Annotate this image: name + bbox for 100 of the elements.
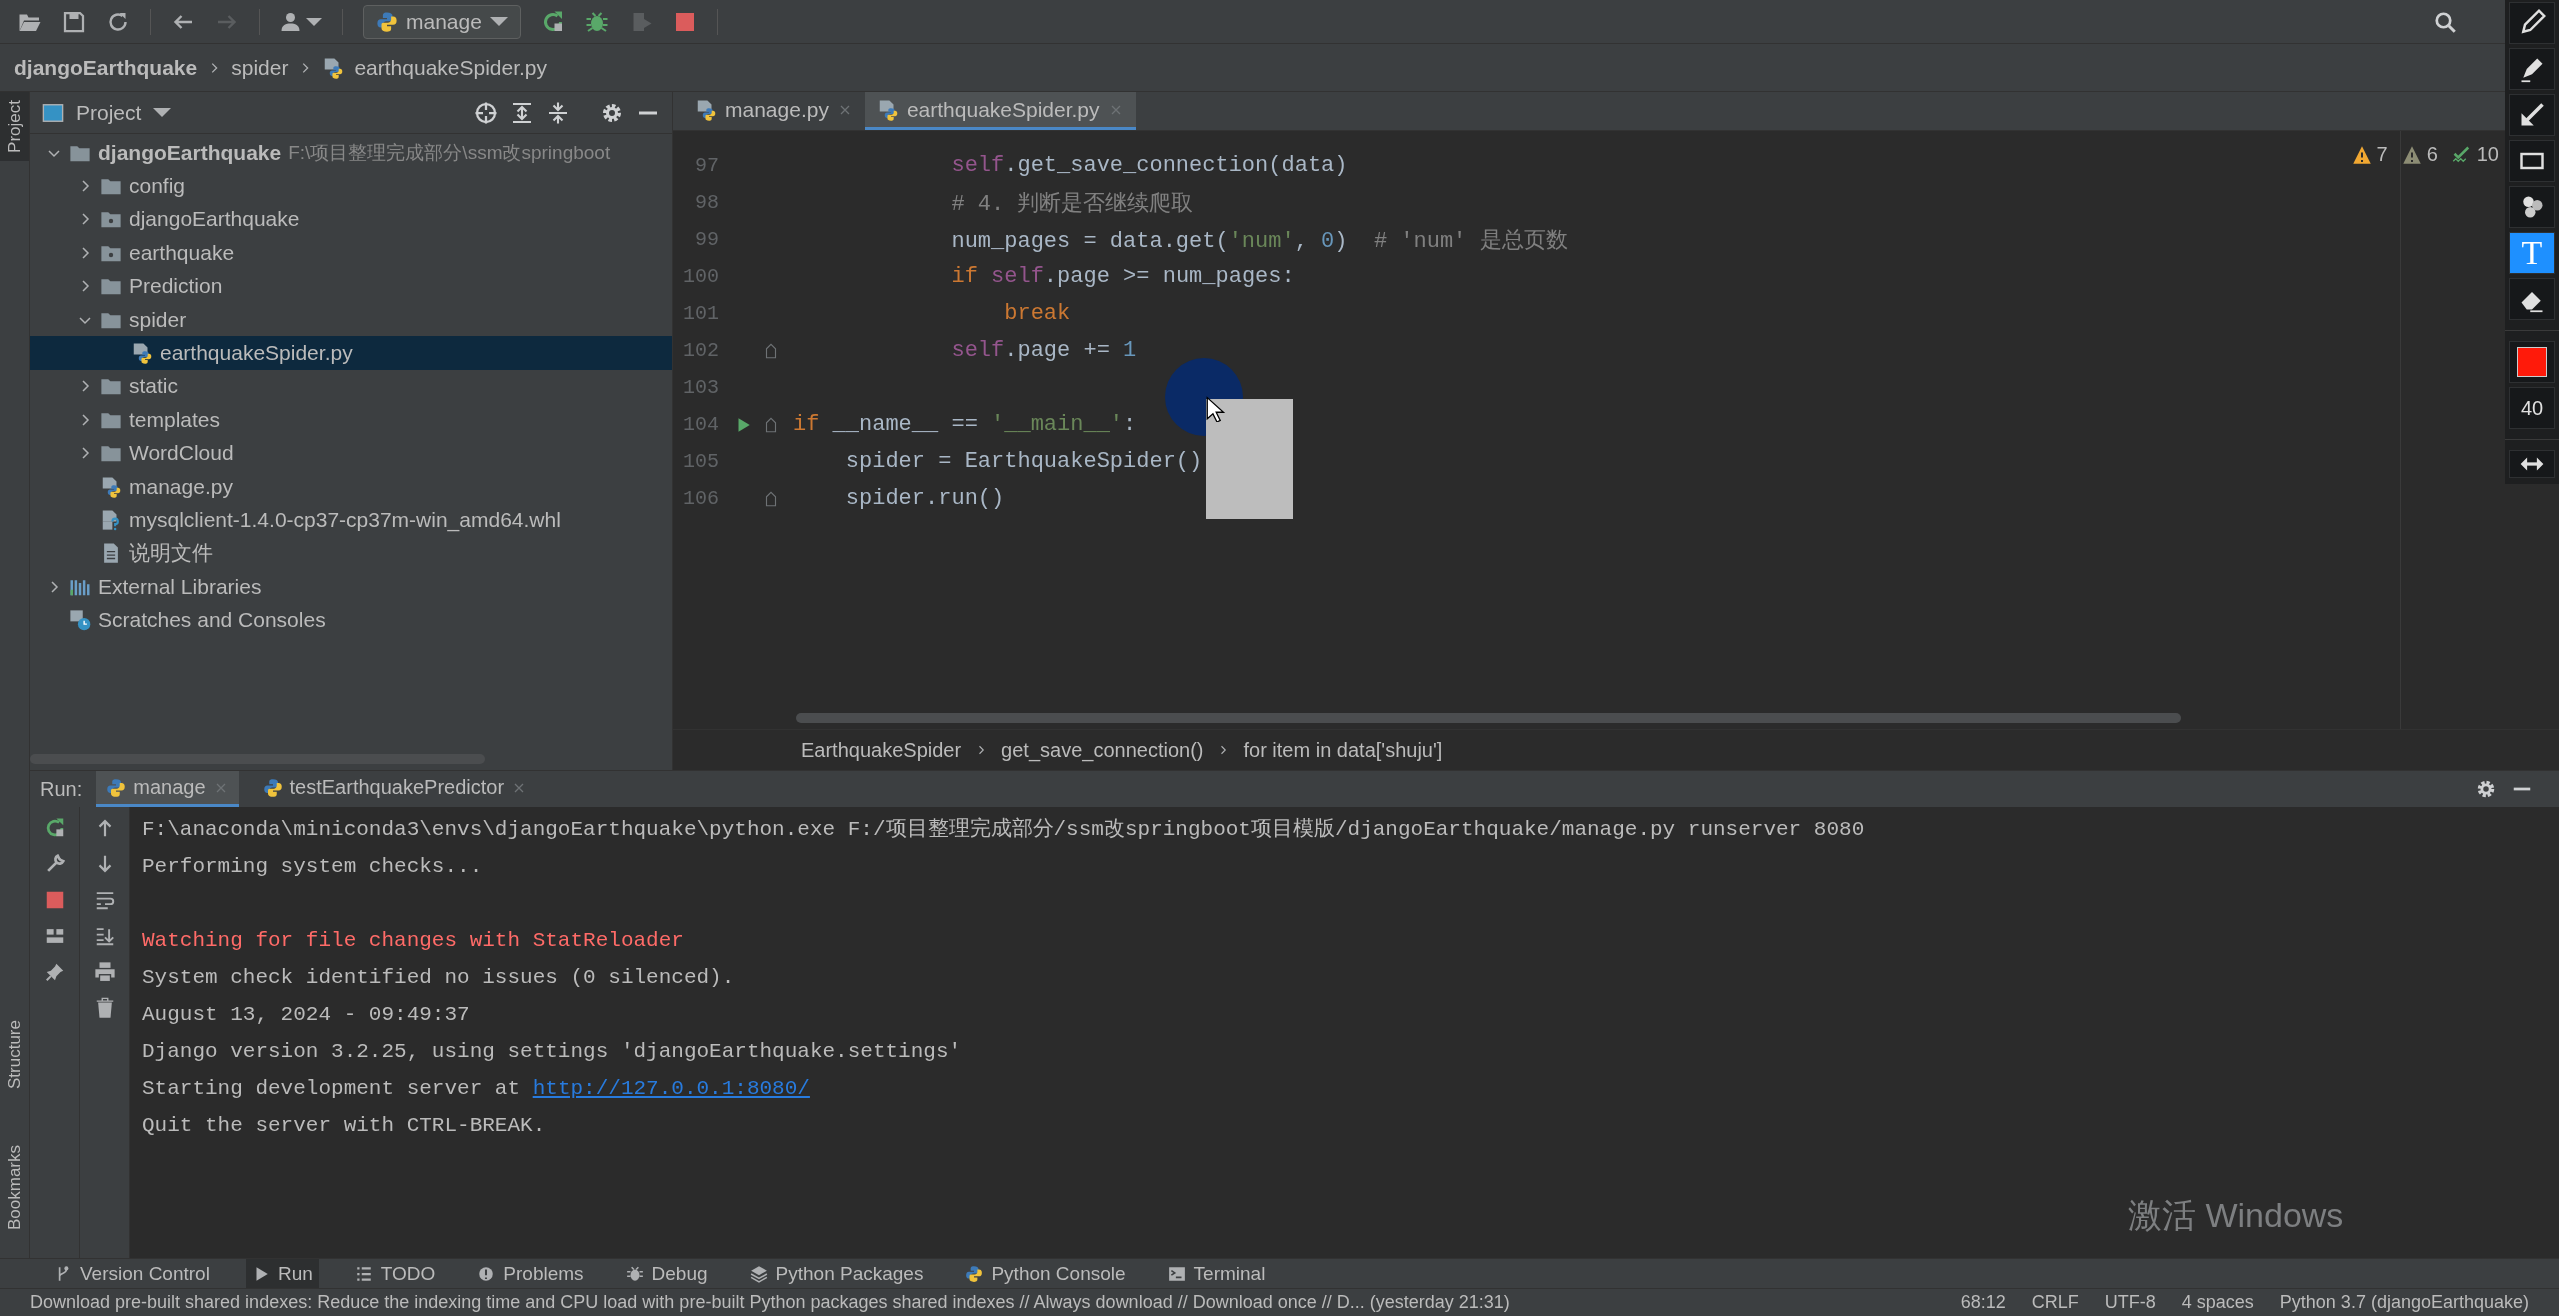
tree-item[interactable]: djangoEarthquake [30,202,672,237]
panel-title[interactable]: Project [76,100,142,125]
tree-item[interactable]: djangoEarthquake F:\项目整理完成部分\ssm改springboot [30,136,672,170]
tool-window-tab[interactable]: Bookmarks [0,1136,29,1238]
search-icon[interactable] [2433,9,2457,34]
size-button[interactable]: 40 [2509,387,2555,429]
typo-check-icon [2451,144,2472,165]
tool-window-button[interactable]: Python Packages [743,1258,930,1289]
tool-window-button[interactable]: Run [245,1258,319,1289]
horizontal-scrollbar[interactable] [796,713,2181,723]
tool-window-button[interactable]: Debug [619,1258,714,1289]
line-number: 103 [682,376,719,399]
horizontal-scrollbar[interactable] [30,754,485,764]
drawing-tool-button[interactable] [2509,94,2555,136]
python-file-icon [131,342,153,365]
breadcrumb[interactable]: djangoEarthquake [14,55,198,80]
tree-item[interactable]: 说明文件 [30,536,672,571]
tree-item[interactable]: earthquake [30,236,672,270]
activation-notice: 激活 Windows [2128,1196,2344,1234]
collapse-all-icon[interactable] [546,100,570,125]
list-icon [354,1264,373,1283]
caret-icon [489,17,508,26]
color-swatch[interactable] [2517,347,2547,377]
status-item[interactable]: UTF-8 [2104,1292,2156,1313]
line-number: 98 [694,191,719,214]
drawing-tool-button[interactable] [2509,278,2555,320]
code-line: spider.run() [844,486,1005,511]
console-line: August 13, 2024 - 09:49:37 [142,1002,471,1028]
save-icon[interactable] [62,9,86,34]
expand-all-icon[interactable] [510,100,534,125]
inspection-count: 7 [2376,143,2388,166]
python-icon [106,777,127,798]
status-item[interactable]: 4 spaces [2181,1292,2254,1313]
tree-item[interactable]: Scratches and Consoles [30,603,672,637]
scratches-icon [69,609,91,632]
line-number: 105 [682,450,719,473]
tool-window-tab[interactable]: Structure [0,1012,29,1097]
status-item[interactable]: CRLF [2031,1292,2079,1313]
console-line: Watching for file changes with StatReloader [142,928,685,954]
inspection-widget[interactable]: 7 6 10 [2351,143,2499,166]
tree-item[interactable]: static [30,369,672,404]
status-message[interactable]: Download pre-built shared indexes: Reduce the indexing time and CPU load with pre-built Python packages shared indexes // Always download // Download once // D... (yesterday 21:31) [30,1292,1935,1313]
tool-window-button[interactable]: Terminal [1161,1258,1272,1289]
breadcrumb[interactable]: earthquakeSpider.py [354,55,548,80]
console-line: Performing system checks... [142,854,484,880]
tool-window-button[interactable]: Python Console [959,1258,1132,1289]
tree-item[interactable]: manage.py [30,469,672,504]
tree-item[interactable]: mysqlclient-1.4.0-cp37-cp37m-win_amd64.whl [30,503,672,537]
settings-icon[interactable] [2475,778,2497,800]
tool-window-button[interactable]: TODO [348,1258,442,1289]
tree-item[interactable]: config [30,169,672,203]
tool-window-button[interactable]: Version Control [48,1258,216,1289]
drawing-tool-button[interactable] [2509,140,2555,182]
info-icon [477,1264,496,1283]
project-window-icon [42,101,64,124]
drawing-tool-button[interactable] [2509,186,2555,228]
drawing-tool-button[interactable] [2509,48,2555,90]
url-link[interactable]: http://127.0.0.1:8080/ [532,1077,810,1100]
panel-title: Run: [40,777,83,801]
tree-item[interactable]: spider [30,302,672,337]
breadcrumb[interactable]: spider [231,55,289,80]
breadcrumb[interactable]: get_save_connection() [1001,738,1204,762]
tool-window-tab[interactable]: Project [0,92,29,161]
python-icon [262,777,283,798]
run-tab[interactable]: testEarthquakePredictor [252,771,538,807]
locate-icon[interactable] [474,100,498,125]
pin-icon[interactable] [43,961,66,983]
console-line: Starting development server at http://127.0.0.1:8080/ [142,1076,811,1102]
caret-icon[interactable] [306,17,322,26]
line-number: 101 [682,302,719,325]
console-line: System check identified no issues (0 silenced). [142,965,736,991]
inspection-count: 6 [2426,143,2438,166]
python-icon [376,10,398,33]
bug-icon [625,1264,644,1283]
tree-item[interactable]: WordCloud [30,436,672,470]
line-number: 99 [694,228,719,251]
tool-window-button[interactable]: Problems [471,1258,590,1289]
drawing-tool-button[interactable] [2509,2,2555,44]
tree-item[interactable]: External Libraries [30,570,672,604]
code-line: num_pages = data.get('num', 0) # 'num' 是总页数 [950,227,1568,255]
text-tool-button[interactable]: T [2509,232,2555,274]
breadcrumb[interactable]: for item in data['shuju'] [1243,738,1443,762]
code-line: # 4. 判断是否继续爬取 [950,190,1194,218]
editor-tab[interactable]: earthquakeSpider.py [864,92,1136,130]
status-item[interactable]: Python 3.7 (djangoEarthquake) [2279,1292,2529,1313]
editor-tab[interactable]: manage.py [683,92,865,130]
status-item[interactable]: 68:12 [1960,1292,2006,1313]
console-line: F:\anaconda\miniconda3\envs\djangoEarthquake\python.exe F:/项目整理完成部分/ssm改springboot项目模版/djangoEarthquake/manage.py runserver 8080 [142,816,1865,843]
run-configuration-dropdown[interactable]: manage [363,4,521,39]
code-line: spider = EarthquakeSpider() [844,449,1203,474]
tree-item[interactable]: templates [30,403,672,437]
line-number: 100 [682,265,719,288]
warning-icon [2351,144,2372,165]
tree-item[interactable]: earthquakeSpider.py [30,336,672,370]
print-icon[interactable] [93,961,116,983]
line-number: 106 [682,487,719,510]
run-tab[interactable]: manage [96,771,239,807]
caret-icon[interactable] [153,108,172,117]
tree-item[interactable]: Prediction [30,269,672,303]
breadcrumb[interactable]: EarthquakeSpider [801,738,962,762]
